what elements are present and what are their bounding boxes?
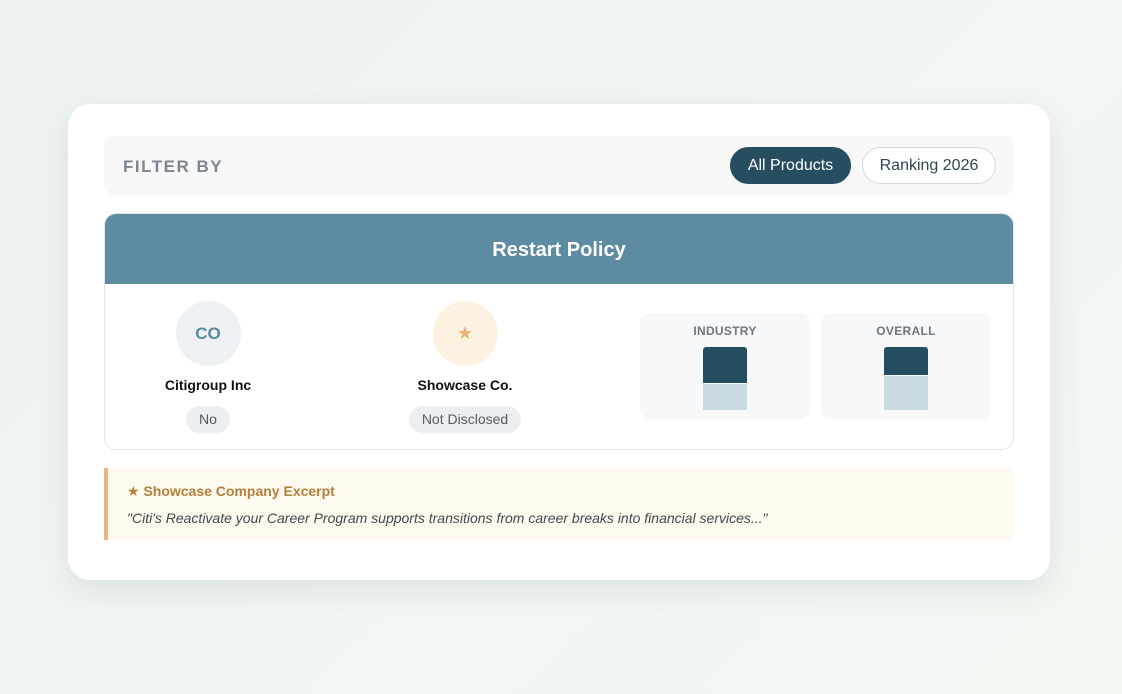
policy-value-badge: Not Disclosed [408, 406, 522, 433]
overall-stat: OVERALL [821, 313, 991, 419]
policy-card: FILTER BY All Products Ranking 2026 Rest… [68, 104, 1050, 580]
excerpt-title: ★ Showcase Company Excerpt [127, 483, 335, 499]
bar-segment-light [703, 384, 747, 410]
filter-label: FILTER BY [123, 157, 224, 176]
stat-title: INDUSTRY [693, 324, 757, 338]
policy-title: Restart Policy [105, 214, 1013, 284]
stat-title: OVERALL [876, 324, 936, 338]
filter-all-products-button[interactable]: All Products [730, 147, 851, 184]
policy-value-badge: No [186, 406, 230, 433]
bar-segment-light [884, 376, 928, 410]
company-name: Showcase Co. [417, 377, 513, 393]
company-name: Citigroup Inc [164, 377, 252, 393]
industry-bar [703, 347, 747, 410]
filter-ranking-2026-button[interactable]: Ranking 2026 [862, 147, 996, 184]
bar-segment-dark [703, 347, 747, 383]
excerpt-text: "Citi's Reactivate your Career Program s… [127, 510, 768, 526]
company-showcase: ★ Showcase Co. Not Disclosed [365, 301, 565, 433]
showcase-excerpt: ★ Showcase Company Excerpt "Citi's React… [104, 468, 1014, 540]
policy-panel: Restart Policy CO Citigroup Inc No ★ Sho… [104, 213, 1014, 450]
bar-segment-dark [884, 347, 928, 375]
filter-bar: FILTER BY All Products Ranking 2026 [104, 136, 1014, 195]
company-avatar: CO [175, 301, 241, 366]
star-icon: ★ [432, 301, 498, 366]
overall-bar [884, 347, 928, 410]
industry-stat: INDUSTRY [640, 313, 810, 419]
company-citigroup: CO Citigroup Inc No [108, 301, 308, 433]
